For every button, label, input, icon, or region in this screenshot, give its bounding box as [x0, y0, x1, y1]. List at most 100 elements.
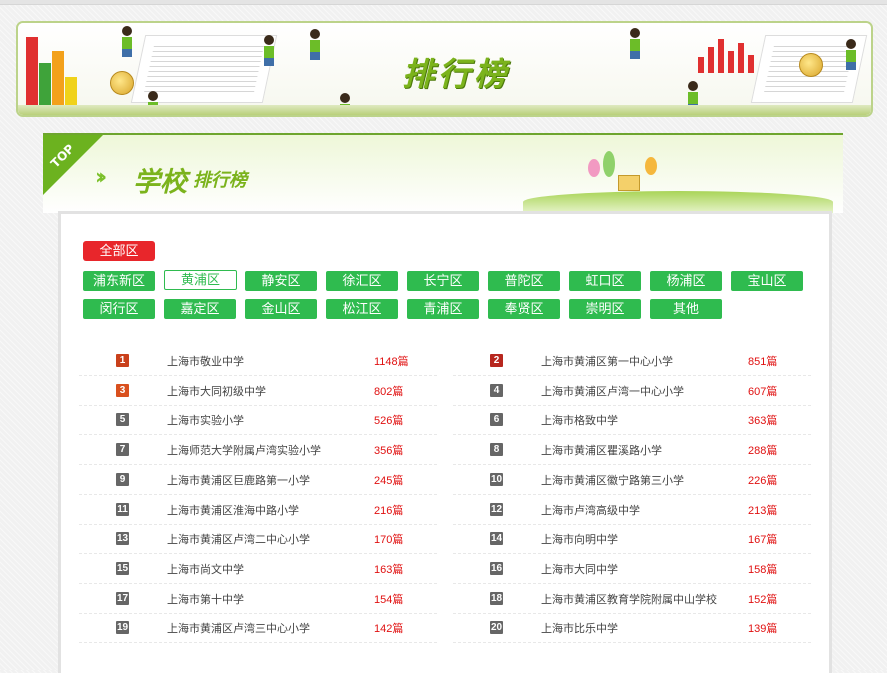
bar-graph-illustration: [698, 33, 764, 73]
district-button[interactable]: 浦东新区: [83, 271, 155, 291]
rank-number-badge: 13: [116, 532, 129, 546]
school-name-link[interactable]: 上海市黄浦区卢湾三中心小学: [167, 620, 310, 636]
school-name-link[interactable]: 上海市黄浦区教育学院附属中山学校: [541, 591, 717, 607]
ranking-row[interactable]: 13 上海市黄浦区卢湾二中心小学 170篇: [79, 524, 437, 555]
district-button-active[interactable]: 黄浦区: [164, 270, 237, 290]
rank-number-badge: 11: [116, 502, 129, 516]
house-illustration: [618, 175, 640, 191]
rank-number-badge: 9: [116, 472, 129, 486]
person-illustration: [630, 28, 640, 59]
district-button[interactable]: 徐汇区: [326, 271, 398, 291]
district-button[interactable]: 奉贤区: [488, 299, 560, 319]
tree-illustration: [645, 157, 657, 175]
school-name-link[interactable]: 上海市黄浦区瞿溪路小学: [541, 442, 662, 458]
rank-number-badge: 12: [490, 502, 503, 516]
ranking-row[interactable]: 19 上海市黄浦区卢湾三中心小学 142篇: [79, 613, 437, 644]
school-name-link[interactable]: 上海市黄浦区第一中心小学: [541, 353, 673, 369]
district-button[interactable]: 宝山区: [731, 271, 803, 291]
district-button[interactable]: 崇明区: [569, 299, 641, 319]
coin-illustration: [799, 53, 823, 77]
rank-number-badge: 6: [490, 413, 503, 427]
district-button[interactable]: 其他: [650, 299, 722, 319]
school-name-link[interactable]: 上海市大同中学: [541, 561, 618, 577]
ranking-row[interactable]: 6 上海市格致中学 363篇: [453, 405, 811, 436]
school-name-link[interactable]: 上海市比乐中学: [541, 620, 618, 636]
district-button[interactable]: 嘉定区: [164, 299, 236, 319]
school-name-link[interactable]: 上海市敬业中学: [167, 353, 244, 369]
school-name-link[interactable]: 上海市黄浦区卢湾二中心小学: [167, 531, 310, 547]
panel-body: 全部区 浦东新区 黄浦区 静安区 徐汇区 长宁区 普陀区 虹口区 杨浦区 宝山区…: [58, 211, 832, 673]
chart-blocks-illustration: [26, 23, 82, 107]
school-ranking-panel: TOP ›› 学校 排行榜 全部区 浦东新区 黄浦区 静安区 徐汇区 长宁区 普…: [43, 133, 843, 673]
ranking-row[interactable]: 4 上海市黄浦区卢湾一中心小学 607篇: [453, 376, 811, 406]
school-name-link[interactable]: 上海市向明中学: [541, 531, 618, 547]
ranking-row[interactable]: 9 上海市黄浦区巨鹿路第一小学 245篇: [79, 465, 437, 495]
district-button[interactable]: 虹口区: [569, 271, 641, 291]
ranking-row[interactable]: 20 上海市比乐中学 139篇: [453, 613, 811, 644]
district-button[interactable]: 金山区: [245, 299, 317, 319]
banner: 排行榜: [16, 21, 873, 117]
school-name-link[interactable]: 上海市黄浦区巨鹿路第一小学: [167, 472, 310, 488]
rank-number-badge: 7: [116, 443, 129, 457]
school-name-link[interactable]: 上海市尚文中学: [167, 561, 244, 577]
article-count: 288篇: [748, 445, 778, 458]
panel-heading-sub: 排行榜: [193, 170, 247, 191]
article-count: 158篇: [748, 563, 778, 576]
hill-illustration: [523, 191, 833, 213]
tree-illustration: [588, 159, 600, 177]
ranking-row[interactable]: 14 上海市向明中学 167篇: [453, 524, 811, 555]
ranking-row[interactable]: 7 上海师范大学附属卢湾实验小学 356篇: [79, 435, 437, 466]
rank-number-badge: 20: [490, 621, 503, 635]
article-count: 226篇: [748, 474, 778, 487]
rank-number-badge: 19: [116, 621, 129, 635]
article-count: 213篇: [748, 504, 778, 517]
ranking-row[interactable]: 10 上海市黄浦区徽宁路第三小学 226篇: [453, 465, 811, 495]
school-name-link[interactable]: 上海师范大学附属卢湾实验小学: [167, 442, 321, 458]
tree-illustration: [603, 151, 615, 177]
district-button[interactable]: 杨浦区: [650, 271, 722, 291]
article-count: 526篇: [374, 415, 404, 428]
ranking-row[interactable]: 11 上海市黄浦区淮海中路小学 216篇: [79, 495, 437, 525]
ranking-row[interactable]: 3 上海市大同初级中学 802篇: [79, 376, 437, 406]
person-illustration: [122, 26, 132, 57]
ranking-row[interactable]: 15 上海市尚文中学 163篇: [79, 554, 437, 584]
rank-number-badge: 5: [116, 413, 129, 427]
district-button[interactable]: 静安区: [245, 271, 317, 291]
panel-heading-main: 学校: [133, 167, 187, 198]
coin-illustration: [110, 71, 134, 95]
person-illustration: [846, 39, 856, 70]
district-button[interactable]: 青浦区: [407, 299, 479, 319]
article-count: 163篇: [374, 563, 404, 576]
ranking-row[interactable]: 16 上海市大同中学 158篇: [453, 554, 811, 584]
ranking-row[interactable]: 1 上海市敬业中学 1148篇: [79, 346, 437, 376]
article-count: 216篇: [374, 504, 404, 517]
article-count: 245篇: [374, 474, 404, 487]
school-name-link[interactable]: 上海市卢湾高级中学: [541, 502, 640, 518]
district-button[interactable]: 松江区: [326, 299, 398, 319]
article-count: 802篇: [374, 385, 404, 398]
district-button[interactable]: 普陀区: [488, 271, 560, 291]
article-count: 1148篇: [374, 356, 409, 368]
ranking-row[interactable]: 2 上海市黄浦区第一中心小学 851篇: [453, 346, 811, 376]
ranking-row[interactable]: 18 上海市黄浦区教育学院附属中山学校 152篇: [453, 584, 811, 614]
article-count: 356篇: [374, 445, 404, 458]
article-count: 167篇: [748, 534, 778, 547]
rank-number-badge: 10: [490, 472, 503, 486]
article-count: 139篇: [748, 623, 778, 636]
ranking-row[interactable]: 12 上海市卢湾高级中学 213篇: [453, 495, 811, 525]
rank-number-badge: 8: [490, 443, 503, 457]
district-button[interactable]: 闵行区: [83, 299, 155, 319]
school-name-link[interactable]: 上海市格致中学: [541, 412, 618, 428]
ranking-row[interactable]: 5 上海市实验小学 526篇: [79, 405, 437, 436]
school-name-link[interactable]: 上海市实验小学: [167, 412, 244, 428]
district-all-button[interactable]: 全部区: [83, 241, 155, 261]
banner-title: 排行榜: [402, 55, 511, 93]
district-button[interactable]: 长宁区: [407, 271, 479, 291]
school-name-link[interactable]: 上海市黄浦区淮海中路小学: [167, 502, 299, 518]
school-name-link[interactable]: 上海市黄浦区徽宁路第三小学: [541, 472, 684, 488]
school-name-link[interactable]: 上海市第十中学: [167, 591, 244, 607]
ranking-row[interactable]: 8 上海市黄浦区瞿溪路小学 288篇: [453, 435, 811, 466]
school-name-link[interactable]: 上海市大同初级中学: [167, 383, 266, 399]
ranking-row[interactable]: 17 上海市第十中学 154篇: [79, 584, 437, 614]
school-name-link[interactable]: 上海市黄浦区卢湾一中心小学: [541, 383, 684, 399]
